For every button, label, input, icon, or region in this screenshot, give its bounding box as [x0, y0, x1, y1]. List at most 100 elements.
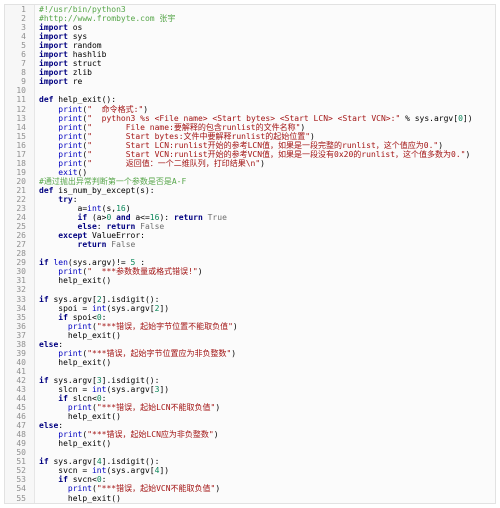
- line-number: 9: [5, 77, 35, 87]
- code-line[interactable]: 22 try:: [5, 194, 495, 205]
- code-line[interactable]: 6 import hashlib: [5, 50, 495, 60]
- code-token: ): [215, 403, 221, 413]
- code-line[interactable]: 55 help_exit(): [5, 493, 495, 503]
- code-token: try: [39, 194, 73, 204]
- code-line[interactable]: 24 if (a>0 and a<=16): return True: [5, 213, 495, 223]
- code-line[interactable]: 30 print(" ***参数数量或格式错误!"): [5, 267, 495, 277]
- code-line[interactable]: 34 spoi = int(sys.argv[2]): [5, 303, 495, 313]
- code-line[interactable]: 37 help_exit(): [5, 330, 495, 340]
- code-text: import random: [39, 41, 495, 50]
- code-text: else: return False: [39, 222, 495, 231]
- code-line[interactable]: 21 def is_num_by_except(s):: [5, 185, 495, 195]
- code-line[interactable]: 17 print(" Start VCN:runlist开始的参考VCN值，如果…: [5, 149, 495, 159]
- code-token: if: [39, 294, 49, 304]
- code-line[interactable]: 43 slcn = int(sys.argv[3]): [5, 384, 495, 395]
- code-token: if: [39, 475, 68, 485]
- code-line[interactable]: 20 #通过抛出异常判断第一个参数是否是A-F: [5, 176, 495, 186]
- code-line[interactable]: 46 help_exit(): [5, 412, 495, 422]
- code-line[interactable]: 48 print("***错误，起始LCN应为非负整数"): [5, 430, 495, 440]
- code-line[interactable]: 15 print(" Start bytes:文件中要解释runlist的起始位…: [5, 131, 495, 141]
- code-line[interactable]: 49 help_exit(): [5, 439, 495, 449]
- code-line[interactable]: 26 except ValueError:: [5, 231, 495, 241]
- code-line[interactable]: 25 else: return False: [5, 222, 495, 232]
- line-number: 4: [5, 32, 35, 42]
- code-line[interactable]: 28: [5, 249, 495, 259]
- code-line[interactable]: 23 a=int(s,16): [5, 204, 495, 214]
- code-token: :: [96, 222, 107, 232]
- code-token: print: [39, 484, 92, 494]
- code-text: return False: [39, 240, 495, 249]
- code-text: else:: [39, 340, 495, 349]
- code-line[interactable]: 27 return False: [5, 240, 495, 250]
- code-line[interactable]: 19 exit(): [5, 167, 495, 177]
- code-text: import struct: [39, 59, 495, 68]
- code-line[interactable]: 13 print(" python3 %s <File name> <Start…: [5, 113, 495, 123]
- code-token: :: [101, 312, 107, 322]
- code-line[interactable]: 44 if slcn<0:: [5, 394, 495, 404]
- code-token: "***错误，起始字节位置不能取负值": [96, 321, 233, 331]
- line-number: 13: [5, 113, 35, 123]
- code-token: False: [135, 222, 165, 232]
- code-line[interactable]: 53 if svcn<0:: [5, 475, 495, 485]
- code-token: return: [173, 213, 203, 223]
- code-line[interactable]: 45 print("***错误，起始LCN不能取负值"): [5, 403, 495, 413]
- code-token: print: [39, 321, 92, 331]
- code-line[interactable]: 18 print(" 返回值：一个二维队列，打印结果\n"): [5, 158, 495, 168]
- line-number: 17: [5, 149, 35, 159]
- line-number: 2: [5, 14, 35, 24]
- code-line[interactable]: 11 def help_exit():: [5, 95, 495, 105]
- code-line[interactable]: 14 print(" File name:要解释的包含runlist的文件名称"…: [5, 122, 495, 132]
- code-line[interactable]: 36 print("***错误，起始字节位置不能取负值"): [5, 321, 495, 331]
- code-token: print: [39, 430, 83, 440]
- code-text: if svcn<0:: [39, 475, 495, 484]
- code-line[interactable]: 1 #!/usr/bin/python3: [5, 5, 495, 15]
- code-line[interactable]: 52 svcn = int(sys.argv[4]): [5, 466, 495, 476]
- code-line[interactable]: 8 import zlib: [5, 68, 495, 78]
- line-number: 55: [5, 493, 35, 503]
- code-line[interactable]: 16 print(" Start LCN:runlist开始的参考LCN值，如果…: [5, 140, 495, 150]
- code-token: svcn =: [39, 466, 92, 476]
- line-number: 34: [5, 303, 35, 313]
- code-line[interactable]: 31 help_exit(): [5, 276, 495, 286]
- code-text: help_exit(): [39, 439, 495, 448]
- code-token: (sys.argv)!=: [67, 258, 131, 268]
- code-token: #!/usr/bin/python3: [39, 5, 126, 14]
- code-token: ): [197, 267, 203, 277]
- code-text: svcn = int(sys.argv[4]): [39, 466, 495, 475]
- code-line[interactable]: 5 import random: [5, 41, 495, 51]
- code-text: try:: [39, 195, 495, 204]
- code-line[interactable]: 54 print("***错误，起始VCN不能取负值"): [5, 484, 495, 494]
- code-editor[interactable]: 1 #!/usr/bin/python3 2 #http://www.frombyte…: [4, 4, 496, 504]
- code-line[interactable]: 3 import os: [5, 23, 495, 33]
- code-line[interactable]: 32: [5, 285, 495, 295]
- code-token: (s,: [101, 204, 117, 214]
- code-line[interactable]: 51 if sys.argv[4].isdigit():: [5, 457, 495, 467]
- line-number: 15: [5, 131, 35, 141]
- code-token: ): [260, 158, 265, 168]
- line-number: 39: [5, 348, 35, 358]
- code-token: " File name:要解释的包含runlist的文件名称": [87, 122, 301, 132]
- code-line[interactable]: 29 if len(sys.argv)!= 5 :: [5, 258, 495, 268]
- code-line[interactable]: 47 else:: [5, 421, 495, 431]
- code-token: ].isdigit():: [101, 457, 160, 467]
- code-line[interactable]: 35 if spoi<0:: [5, 312, 495, 322]
- code-line[interactable]: 10: [5, 86, 495, 96]
- code-line[interactable]: 33 if sys.argv[2].isdigit():: [5, 294, 495, 304]
- line-number: 25: [5, 222, 35, 232]
- line-number: 43: [5, 384, 35, 395]
- code-line[interactable]: 12 print(" 命令格式:"): [5, 104, 495, 114]
- line-number: 19: [5, 167, 35, 177]
- code-line[interactable]: 50: [5, 448, 495, 458]
- code-line[interactable]: 7 import struct: [5, 59, 495, 69]
- code-line[interactable]: 39 print("***错误，起始字节位置应为非负整数"): [5, 348, 495, 358]
- code-line[interactable]: 38 else:: [5, 339, 495, 349]
- code-token: ): [231, 348, 237, 358]
- line-number: 31: [5, 276, 35, 286]
- code-token: print: [39, 348, 83, 358]
- code-line[interactable]: 40 help_exit(): [5, 357, 495, 367]
- code-line[interactable]: 42 if sys.argv[3].isdigit():: [5, 375, 495, 385]
- code-line[interactable]: 9 import re: [5, 77, 495, 87]
- code-line[interactable]: 41: [5, 366, 495, 376]
- code-line[interactable]: 4 import sys: [5, 32, 495, 42]
- code-line[interactable]: 2 #http://www.frombyte.com 张宇: [5, 14, 495, 24]
